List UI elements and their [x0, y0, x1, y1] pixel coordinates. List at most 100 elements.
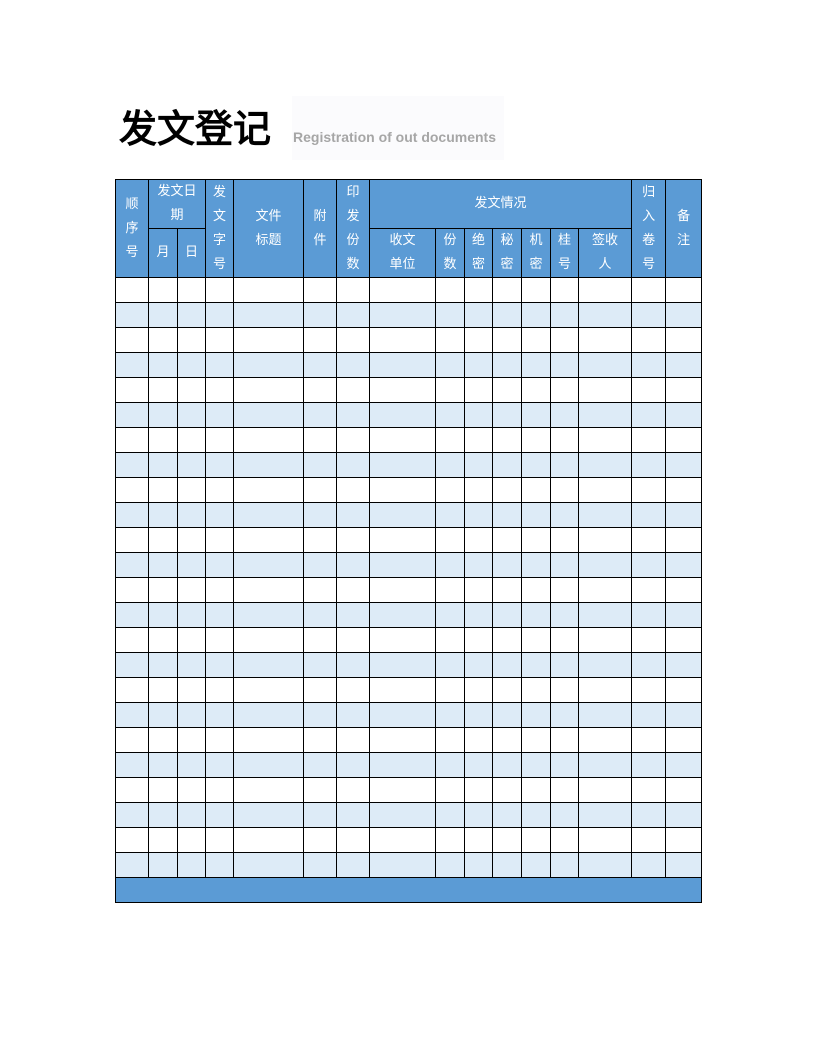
table-cell[interactable]: [550, 852, 579, 878]
table-cell[interactable]: [233, 677, 304, 703]
table-cell[interactable]: [148, 752, 178, 778]
table-cell[interactable]: [148, 477, 178, 503]
table-cell[interactable]: [303, 752, 337, 778]
table-cell[interactable]: [464, 402, 493, 428]
table-cell[interactable]: [435, 427, 465, 453]
table-cell[interactable]: [115, 577, 149, 603]
table-cell[interactable]: [369, 627, 436, 653]
table-cell[interactable]: [550, 552, 579, 578]
table-cell[interactable]: [521, 477, 551, 503]
table-cell[interactable]: [303, 502, 337, 528]
table-cell[interactable]: [336, 477, 370, 503]
table-cell[interactable]: [631, 727, 667, 753]
table-cell[interactable]: [148, 727, 178, 753]
table-cell[interactable]: [435, 627, 465, 653]
table-cell[interactable]: [148, 852, 178, 878]
table-cell[interactable]: [577, 502, 633, 528]
table-cell[interactable]: [369, 427, 436, 453]
table-cell[interactable]: [464, 602, 493, 628]
table-cell[interactable]: [336, 702, 370, 728]
table-cell[interactable]: [492, 777, 522, 803]
table-cell[interactable]: [492, 277, 522, 303]
table-cell[interactable]: [521, 652, 551, 678]
table-cell[interactable]: [577, 852, 633, 878]
table-cell[interactable]: [464, 652, 493, 678]
table-cell[interactable]: [665, 377, 703, 403]
table-cell[interactable]: [303, 802, 337, 828]
table-cell[interactable]: [369, 652, 436, 678]
table-cell[interactable]: [435, 402, 465, 428]
table-cell[interactable]: [205, 702, 234, 728]
table-cell[interactable]: [464, 427, 493, 453]
table-cell[interactable]: [492, 502, 522, 528]
table-cell[interactable]: [577, 402, 633, 428]
table-cell[interactable]: [233, 352, 304, 378]
table-cell[interactable]: [492, 302, 522, 328]
table-cell[interactable]: [205, 527, 234, 553]
table-cell[interactable]: [148, 527, 178, 553]
table-cell[interactable]: [177, 477, 206, 503]
table-cell[interactable]: [115, 777, 149, 803]
table-cell[interactable]: [336, 327, 370, 353]
table-cell[interactable]: [492, 552, 522, 578]
table-cell[interactable]: [336, 552, 370, 578]
table-cell[interactable]: [148, 277, 178, 303]
table-cell[interactable]: [464, 702, 493, 728]
table-cell[interactable]: [577, 727, 633, 753]
table-cell[interactable]: [336, 627, 370, 653]
table-cell[interactable]: [492, 702, 522, 728]
table-cell[interactable]: [550, 702, 579, 728]
table-cell[interactable]: [303, 727, 337, 753]
table-cell[interactable]: [369, 552, 436, 578]
table-cell[interactable]: [205, 627, 234, 653]
table-cell[interactable]: [205, 827, 234, 853]
table-cell[interactable]: [115, 702, 149, 728]
table-cell[interactable]: [521, 852, 551, 878]
table-cell[interactable]: [369, 777, 436, 803]
table-cell[interactable]: [148, 652, 178, 678]
table-cell[interactable]: [550, 677, 579, 703]
table-cell[interactable]: [665, 527, 703, 553]
table-cell[interactable]: [550, 352, 579, 378]
table-cell[interactable]: [550, 577, 579, 603]
table-cell[interactable]: [521, 752, 551, 778]
table-cell[interactable]: [464, 627, 493, 653]
table-cell[interactable]: [577, 777, 633, 803]
table-cell[interactable]: [205, 727, 234, 753]
table-cell[interactable]: [492, 677, 522, 703]
table-cell[interactable]: [233, 577, 304, 603]
table-cell[interactable]: [464, 327, 493, 353]
table-cell[interactable]: [303, 302, 337, 328]
table-cell[interactable]: [577, 827, 633, 853]
table-cell[interactable]: [303, 427, 337, 453]
table-cell[interactable]: [369, 452, 436, 478]
table-cell[interactable]: [205, 552, 234, 578]
table-cell[interactable]: [631, 502, 667, 528]
table-cell[interactable]: [148, 352, 178, 378]
table-cell[interactable]: [148, 677, 178, 703]
table-cell[interactable]: [492, 402, 522, 428]
table-cell[interactable]: [336, 452, 370, 478]
table-cell[interactable]: [177, 552, 206, 578]
table-cell[interactable]: [336, 577, 370, 603]
table-cell[interactable]: [336, 777, 370, 803]
table-cell[interactable]: [577, 602, 633, 628]
table-cell[interactable]: [369, 702, 436, 728]
table-cell[interactable]: [550, 452, 579, 478]
table-cell[interactable]: [521, 777, 551, 803]
table-cell[interactable]: [521, 802, 551, 828]
table-cell[interactable]: [369, 752, 436, 778]
table-cell[interactable]: [205, 577, 234, 603]
table-cell[interactable]: [115, 327, 149, 353]
table-cell[interactable]: [177, 277, 206, 303]
table-cell[interactable]: [177, 427, 206, 453]
table-cell[interactable]: [577, 752, 633, 778]
table-cell[interactable]: [233, 377, 304, 403]
table-cell[interactable]: [205, 502, 234, 528]
table-cell[interactable]: [233, 827, 304, 853]
table-cell[interactable]: [550, 402, 579, 428]
table-cell[interactable]: [205, 352, 234, 378]
table-cell[interactable]: [492, 652, 522, 678]
table-cell[interactable]: [177, 352, 206, 378]
table-cell[interactable]: [303, 577, 337, 603]
